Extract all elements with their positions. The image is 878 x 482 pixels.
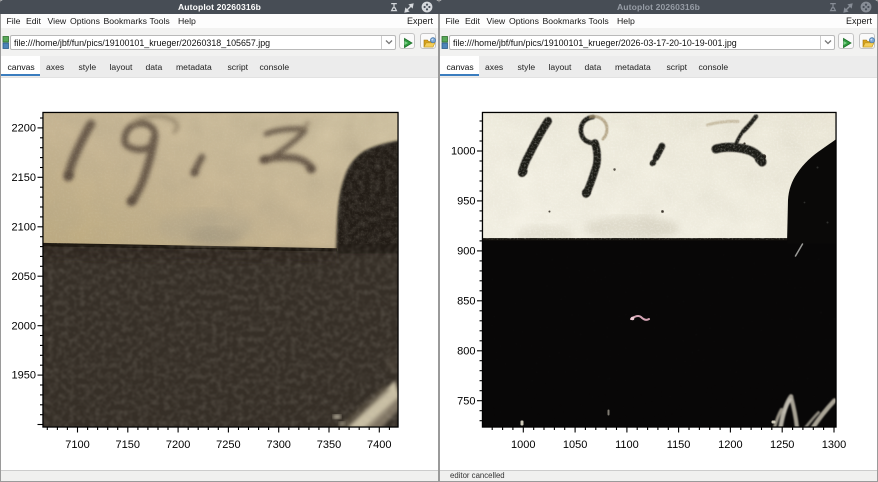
svg-text:7150: 7150 bbox=[116, 439, 140, 451]
svg-text:2100: 2100 bbox=[12, 221, 36, 233]
svg-text:1200: 1200 bbox=[718, 439, 742, 451]
svg-text:1300: 1300 bbox=[822, 439, 846, 451]
svg-text:1250: 1250 bbox=[770, 439, 794, 451]
svg-text:1950: 1950 bbox=[12, 370, 36, 382]
svg-text:800: 800 bbox=[457, 345, 475, 357]
svg-text:2150: 2150 bbox=[12, 172, 36, 184]
svg-text:7300: 7300 bbox=[266, 439, 290, 451]
svg-text:1150: 1150 bbox=[667, 439, 691, 451]
svg-text:2200: 2200 bbox=[12, 123, 36, 135]
svg-text:1000: 1000 bbox=[511, 439, 535, 451]
svg-text:1050: 1050 bbox=[563, 439, 587, 451]
svg-text:7250: 7250 bbox=[216, 439, 240, 451]
svg-text:7100: 7100 bbox=[65, 439, 89, 451]
svg-text:2000: 2000 bbox=[12, 320, 36, 332]
svg-text:2050: 2050 bbox=[12, 271, 36, 283]
svg-text:850: 850 bbox=[457, 295, 475, 307]
svg-text:7350: 7350 bbox=[317, 439, 341, 451]
svg-text:1000: 1000 bbox=[451, 146, 475, 158]
svg-text:7200: 7200 bbox=[166, 439, 190, 451]
svg-text:900: 900 bbox=[457, 246, 475, 258]
svg-text:7400: 7400 bbox=[367, 439, 391, 451]
svg-text:750: 750 bbox=[457, 395, 475, 407]
svg-text:950: 950 bbox=[457, 196, 475, 208]
svg-text:1100: 1100 bbox=[615, 439, 639, 451]
